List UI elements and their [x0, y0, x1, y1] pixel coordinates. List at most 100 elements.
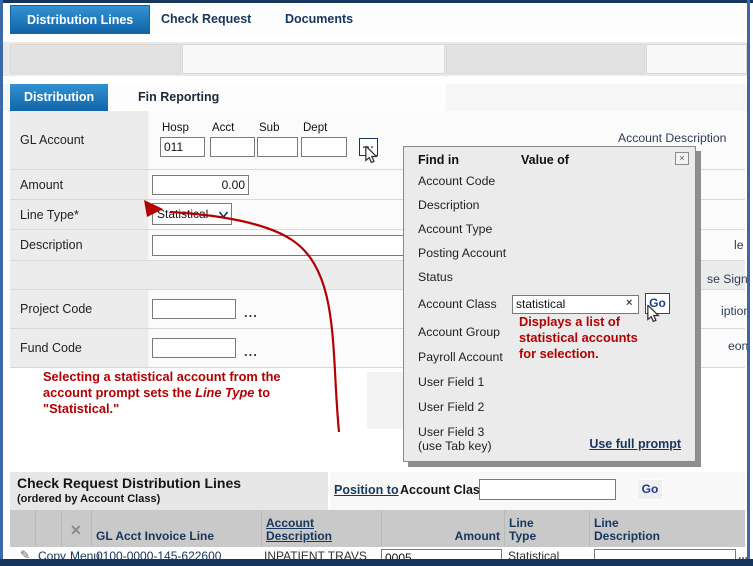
line-type-header: Line Type: [509, 517, 549, 543]
amount-label: Amount: [20, 178, 63, 192]
right-label-fragment: le: [734, 238, 744, 252]
toolbar-segment: [646, 44, 747, 74]
header-cell-amount: Amount: [382, 510, 505, 547]
toolbar-segment: [182, 44, 445, 74]
popup-find-in-header: Find in: [418, 153, 459, 167]
hosp-label: Hosp: [162, 122, 189, 134]
cursor-icon: [364, 146, 379, 163]
popup-annotation: Displays a list of statistical accounts …: [519, 314, 638, 362]
position-go-button[interactable]: Go: [637, 479, 663, 500]
find-field-user-field-1[interactable]: User Field 1: [418, 375, 484, 389]
line-type-annotation: Selecting a statistical account from the…: [43, 369, 343, 417]
account-description-label: Account Description: [618, 131, 726, 145]
window-border-left: [0, 0, 3, 566]
popup-value-of-header: Value of: [521, 153, 569, 167]
subtab-fin-reporting[interactable]: Fin Reporting: [138, 84, 219, 111]
position-to-input[interactable]: [479, 479, 616, 500]
find-field-description[interactable]: Description: [418, 198, 480, 212]
window-border-top: [0, 0, 753, 3]
application-window: Distribution Lines Check Request Documen…: [0, 0, 753, 566]
amount-input[interactable]: 0.00: [152, 175, 249, 195]
lines-section-subtitle: (ordered by Account Class): [17, 493, 160, 505]
find-field-account-group[interactable]: Account Group: [418, 325, 500, 339]
fund-code-label-cell: Fund Code: [10, 329, 150, 367]
find-field-account-class[interactable]: Account Class: [418, 297, 497, 311]
project-code-input[interactable]: [152, 299, 236, 319]
description-label: Description: [20, 238, 83, 252]
fund-code-label: Fund Code: [20, 341, 82, 355]
window-border-bottom: [0, 559, 753, 566]
line-type-label-cell: Line Type*: [10, 200, 150, 229]
find-field-payroll-account[interactable]: Payroll Account: [418, 350, 503, 364]
tab-check-request[interactable]: Check Request: [161, 5, 251, 34]
main-tab-bar: Distribution Lines Check Request Documen…: [3, 3, 747, 35]
right-label-fragment: eon: [728, 339, 748, 353]
acct-input[interactable]: [210, 137, 255, 157]
find-field-posting-account[interactable]: Posting Account: [418, 246, 506, 260]
acct-label: Acct: [212, 122, 234, 134]
gl-acct-header: GL Acct Invoice Line: [96, 530, 214, 543]
line-type-select[interactable]: Statistical: [152, 203, 232, 225]
find-field-user-field-3[interactable]: User Field 3: [418, 425, 484, 439]
annotation-line: Selecting a statistical account from the: [43, 369, 343, 385]
find-field-account-code[interactable]: Account Code: [418, 174, 495, 188]
account-class-input[interactable]: statistical: [512, 295, 639, 314]
find-in-popup: Find in Value of × Account Code Descript…: [403, 146, 696, 462]
line-type-label: Line Type*: [20, 208, 79, 222]
sub-input[interactable]: [257, 137, 298, 157]
hosp-input[interactable]: 011: [160, 137, 205, 157]
project-code-label-cell: Project Code: [10, 290, 150, 328]
gl-account-label: GL Account: [20, 133, 84, 147]
header-cell-line-type: Line Type: [505, 510, 590, 547]
annotation-line: "Statistical.": [43, 401, 343, 417]
project-code-label: Project Code: [20, 302, 92, 316]
sub-label: Sub: [259, 122, 279, 134]
fund-code-prompt-link[interactable]: ...: [244, 349, 258, 355]
use-full-prompt-link[interactable]: Use full prompt: [589, 437, 681, 451]
dept-input[interactable]: [301, 137, 347, 157]
subtab-distribution[interactable]: Distribution: [10, 84, 108, 111]
dept-label: Dept: [303, 122, 327, 134]
position-to-bar: Position to Account Class Go: [330, 472, 745, 510]
fund-code-input[interactable]: [152, 338, 236, 358]
account-description-sort-link[interactable]: Account Description: [266, 517, 356, 543]
background-block: [367, 372, 403, 429]
close-icon[interactable]: ×: [675, 152, 689, 165]
project-code-prompt-link[interactable]: ...: [244, 310, 258, 316]
lines-section-title: Check Request Distribution Lines: [17, 475, 241, 491]
tab-documents[interactable]: Documents: [285, 5, 353, 34]
chevron-down-icon: [219, 211, 227, 219]
header-cell-delete: ✕: [62, 510, 92, 547]
toolbar-band: [3, 42, 747, 76]
toolbar-segment: [10, 44, 181, 74]
position-field-label: Account Class: [400, 483, 487, 497]
find-field-account-type[interactable]: Account Type: [418, 222, 492, 236]
annotation-line: account prompt sets the Line Type to: [43, 385, 343, 401]
toolbar-segment: [446, 44, 645, 74]
lines-table-header: ✕ GL Acct Invoice Line Account Descripti…: [10, 510, 745, 547]
find-field-user-field-2[interactable]: User Field 2: [418, 400, 484, 414]
tab-distribution-lines[interactable]: Distribution Lines: [10, 5, 150, 34]
header-cell-empty: [36, 510, 62, 547]
position-to-link[interactable]: Position to: [334, 483, 399, 497]
header-cell-gl-acct: GL Acct Invoice Line: [92, 510, 262, 547]
clear-input-icon[interactable]: ×: [626, 297, 632, 309]
header-cell-empty: [10, 510, 36, 547]
right-label-fragment: se Sign: [707, 272, 748, 286]
use-tab-key-hint: (use Tab key): [418, 439, 492, 453]
description-label-cell: Description: [10, 230, 150, 260]
amount-label-cell: Amount: [10, 170, 150, 199]
window-border-right: [747, 0, 750, 566]
line-type-value: Statistical: [157, 207, 208, 221]
delete-all-icon[interactable]: ✕: [70, 522, 82, 539]
line-description-header: Line Description: [594, 517, 664, 543]
cursor-icon: [646, 305, 661, 322]
find-field-status[interactable]: Status: [418, 270, 453, 284]
amount-header: Amount: [455, 530, 500, 543]
gl-account-label-cell: GL Account: [10, 111, 150, 169]
right-label-fragment: iption: [721, 304, 750, 318]
lines-section-header: Check Request Distribution Lines (ordere…: [10, 472, 328, 510]
header-cell-account-description: Account Description: [262, 510, 382, 547]
sub-tab-bar: Distribution Fin Reporting: [3, 84, 747, 111]
header-cell-line-description: Line Description: [590, 510, 745, 547]
